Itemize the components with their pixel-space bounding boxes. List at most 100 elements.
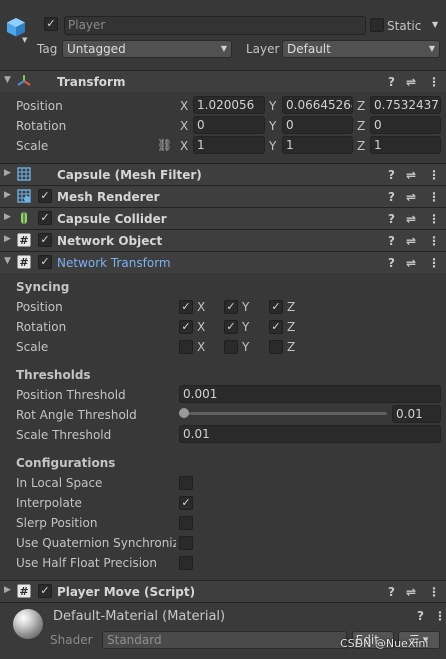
name-field[interactable]: Player xyxy=(64,16,366,35)
script-hash-icon: # xyxy=(17,233,31,247)
presets-icon[interactable]: ⇌ xyxy=(406,232,416,250)
interpolate-label: Interpolate xyxy=(16,496,82,510)
foldout-closed-icon[interactable]: ▶ xyxy=(4,585,11,595)
enabled-checkbox[interactable]: ✓ xyxy=(38,189,52,203)
help-icon[interactable]: ? xyxy=(388,73,395,91)
tag-label: Tag xyxy=(37,42,58,56)
kebab-menu-icon[interactable]: ⋮ xyxy=(428,188,440,206)
presets-icon[interactable]: ⇌ xyxy=(406,210,416,228)
position-x-field[interactable]: 1.020056 xyxy=(193,96,265,114)
presets-icon[interactable]: ⇌ xyxy=(406,583,416,601)
static-dropdown-icon[interactable]: ▼ xyxy=(432,20,438,29)
rotation-z-field[interactable]: 0 xyxy=(370,116,441,134)
kebab-menu-icon[interactable]: ⋮ xyxy=(428,210,440,228)
presets-icon[interactable]: ⇌ xyxy=(406,166,416,184)
enabled-checkbox[interactable]: ✓ xyxy=(38,584,52,598)
sync-scale-x-checkbox[interactable] xyxy=(179,340,193,354)
help-icon[interactable]: ? xyxy=(388,254,395,272)
icon-dropdown-arrow[interactable]: ▼ xyxy=(22,36,27,44)
kebab-menu-icon[interactable]: ⋮ xyxy=(428,232,440,250)
axis-z[interactable]: Z xyxy=(357,98,365,114)
position-y-field[interactable]: 0.06645264 xyxy=(282,96,353,114)
help-icon[interactable]: ? xyxy=(417,609,424,623)
foldout-open-icon[interactable]: ▼ xyxy=(4,256,11,266)
enabled-checkbox[interactable]: ✓ xyxy=(38,211,52,225)
help-icon[interactable]: ? xyxy=(388,583,395,601)
interpolate-checkbox[interactable]: ✓ xyxy=(179,496,193,510)
sync-position-y-checkbox[interactable]: ✓ xyxy=(224,300,238,314)
layer-dropdown[interactable]: Default ▼ xyxy=(282,40,440,58)
axis-y[interactable]: Y xyxy=(269,98,276,114)
sync-rotation-z-checkbox[interactable]: ✓ xyxy=(269,320,283,334)
kebab-menu-icon[interactable]: ⋮ xyxy=(428,254,440,272)
network-transform-header[interactable]: ▼ # ✓ Network Transform ? ⇌ ⋮ xyxy=(0,251,446,273)
scale-x-field[interactable]: 1 xyxy=(193,136,265,154)
rotation-x-field[interactable]: 0 xyxy=(193,116,265,134)
component-actions: ? ⇌ ⋮ xyxy=(388,73,440,91)
use-half-float-checkbox[interactable] xyxy=(179,556,193,570)
presets-icon[interactable]: ⇌ xyxy=(406,254,416,272)
in-local-space-label: In Local Space xyxy=(16,476,103,490)
position-z-field[interactable]: 0.7532437 xyxy=(370,96,441,114)
presets-icon[interactable]: ⇌ xyxy=(406,73,416,91)
axis-x[interactable]: X xyxy=(180,98,188,114)
axis-y: Y xyxy=(242,340,250,354)
help-icon[interactable]: ? xyxy=(388,210,395,228)
foldout-closed-icon[interactable]: ▶ xyxy=(4,168,11,178)
axis-x[interactable]: X xyxy=(180,118,188,134)
tag-dropdown[interactable]: Untagged ▼ xyxy=(62,40,232,58)
mesh-filter-header[interactable]: ▶ Capsule (Mesh Filter) ? ⇌ ⋮ xyxy=(0,163,446,185)
rot-angle-slider-handle[interactable] xyxy=(179,408,189,418)
axis-z[interactable]: Z xyxy=(357,118,365,134)
foldout-closed-icon[interactable]: ▶ xyxy=(4,234,11,244)
slerp-position-checkbox[interactable] xyxy=(179,516,193,530)
sync-rotation-x-checkbox[interactable]: ✓ xyxy=(179,320,193,334)
kebab-menu-icon[interactable]: ⋮ xyxy=(434,609,446,623)
axis-y[interactable]: Y xyxy=(269,118,276,134)
axis-z[interactable]: Z xyxy=(357,138,365,154)
help-icon[interactable]: ? xyxy=(388,232,395,250)
sync-position-z-checkbox[interactable]: ✓ xyxy=(269,300,283,314)
help-icon[interactable]: ? xyxy=(388,166,395,184)
shader-dropdown[interactable]: Standard xyxy=(102,631,347,649)
sync-position-x-checkbox[interactable]: ✓ xyxy=(179,300,193,314)
mesh-renderer-header[interactable]: ▶ ✓ Mesh Renderer ? ⇌ ⋮ xyxy=(0,185,446,207)
axis-y[interactable]: Y xyxy=(269,138,276,154)
enabled-checkbox[interactable]: ✓ xyxy=(38,255,52,269)
axis-y: Y xyxy=(242,300,250,314)
rotation-y-field[interactable]: 0 xyxy=(282,116,353,134)
help-icon[interactable]: ? xyxy=(388,188,395,206)
in-local-space-checkbox[interactable] xyxy=(179,476,193,490)
axis-x: X xyxy=(197,300,206,314)
gameobject-icon[interactable] xyxy=(5,16,27,38)
scale-y-field[interactable]: 1 xyxy=(282,136,353,154)
active-checkbox[interactable]: ✓ xyxy=(44,17,58,31)
material-section: Default-Material (Material) ? ⋮ Shader S… xyxy=(0,602,446,659)
foldout-open-icon[interactable]: ▼ xyxy=(4,75,11,85)
presets-icon[interactable]: ⇌ xyxy=(406,188,416,206)
axis-x[interactable]: X xyxy=(180,138,188,154)
capsule-collider-header[interactable]: ▶ ✓ Capsule Collider ? ⇌ ⋮ xyxy=(0,207,446,229)
rot-angle-slider-track[interactable] xyxy=(184,412,387,415)
foldout-closed-icon[interactable]: ▶ xyxy=(4,212,11,222)
link-icon[interactable]: ⛓ xyxy=(157,138,172,152)
transform-header[interactable]: ▼ Transform ? ⇌ ⋮ xyxy=(0,70,446,92)
mesh-grid-icon xyxy=(17,167,31,181)
player-move-header[interactable]: ▶ # ✓ Player Move (Script) ? ⇌ ⋮ xyxy=(0,580,446,602)
scale-threshold-field[interactable]: 0.01 xyxy=(179,425,441,443)
network-object-header[interactable]: ▶ # ✓ Network Object ? ⇌ ⋮ xyxy=(0,229,446,251)
sync-scale-z-checkbox[interactable] xyxy=(269,340,283,354)
sync-scale-y-checkbox[interactable] xyxy=(224,340,238,354)
static-checkbox[interactable] xyxy=(370,18,384,32)
sync-rotation-y-checkbox[interactable]: ✓ xyxy=(224,320,238,334)
syncing-heading: Syncing xyxy=(16,280,70,294)
enabled-checkbox[interactable]: ✓ xyxy=(38,233,52,247)
kebab-menu-icon[interactable]: ⋮ xyxy=(428,73,440,91)
rot-angle-threshold-field[interactable]: 0.01 xyxy=(392,405,441,423)
kebab-menu-icon[interactable]: ⋮ xyxy=(428,583,440,601)
use-quaternion-checkbox[interactable] xyxy=(179,536,193,550)
kebab-menu-icon[interactable]: ⋮ xyxy=(428,166,440,184)
scale-z-field[interactable]: 1 xyxy=(370,136,441,154)
foldout-closed-icon[interactable]: ▶ xyxy=(4,190,11,200)
position-threshold-field[interactable]: 0.001 xyxy=(179,385,441,403)
